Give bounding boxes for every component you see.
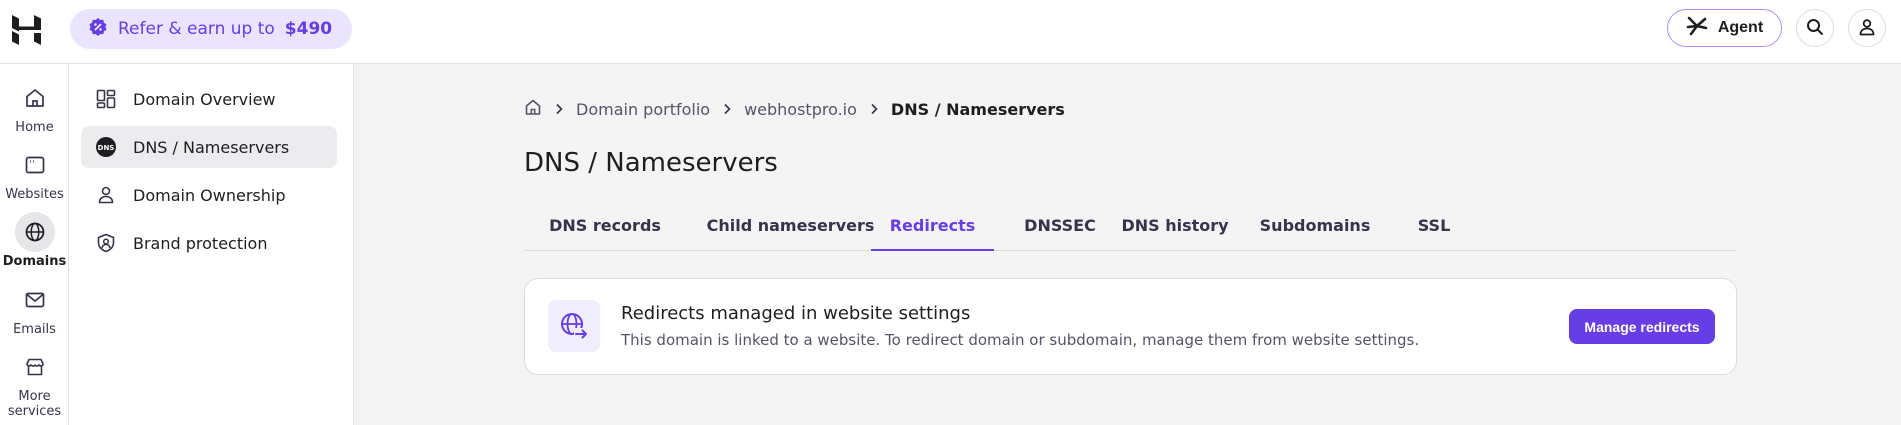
rail-label-more: More: [18, 389, 51, 404]
breadcrumb: Domain portfolio webhostpro.io DNS / Nam…: [524, 98, 1065, 120]
agent-button[interactable]: Agent: [1667, 9, 1782, 47]
rail-item-home[interactable]: Home: [0, 78, 69, 135]
browser-window-icon: [15, 145, 55, 185]
store-icon: [15, 347, 55, 387]
rail-label-home: Home: [15, 120, 54, 135]
subnav-item-brand-protection[interactable]: Brand protection: [81, 222, 337, 264]
subnav-label: Domain Overview: [133, 89, 276, 109]
main-rail: Home Websites Domains Emails More servic…: [0, 64, 69, 425]
rail-label-services: services: [7, 404, 62, 419]
domain-subnav: Domain Overview DNS DNS / Nameservers Do…: [69, 64, 354, 425]
page-title: DNS / Nameservers: [524, 148, 778, 178]
tab-child-nameservers[interactable]: Child nameservers: [686, 205, 895, 251]
hostinger-logo-icon[interactable]: [10, 14, 44, 46]
agent-spark-icon: [1686, 15, 1708, 42]
agent-label: Agent: [1717, 19, 1764, 36]
tab-dnssec[interactable]: DNSSEC: [1010, 205, 1110, 251]
subnav-label: Brand protection: [133, 233, 268, 253]
tab-ssl[interactable]: SSL: [1394, 205, 1474, 251]
discount-badge-icon: [88, 17, 108, 42]
tab-dns-records[interactable]: DNS records: [524, 205, 686, 251]
redirects-info-card: Redirects managed in website settings Th…: [524, 278, 1737, 375]
svg-text:DNS: DNS: [98, 144, 115, 152]
user-icon: [1858, 18, 1876, 39]
rail-item-domains[interactable]: Domains: [0, 212, 69, 269]
rail-item-more-services[interactable]: More services: [0, 347, 69, 419]
rail-label-domains: Domains: [2, 254, 67, 269]
rail-item-emails[interactable]: Emails: [0, 280, 69, 337]
dns-icon: DNS: [95, 136, 117, 158]
mail-icon: [15, 280, 55, 320]
breadcrumb-domain-portfolio[interactable]: Domain portfolio: [576, 100, 710, 119]
shield-icon: [95, 232, 117, 254]
globe-icon: [14, 212, 55, 252]
subnav-label: DNS / Nameservers: [133, 137, 290, 157]
rail-label-emails: Emails: [13, 322, 56, 337]
rail-item-websites[interactable]: Websites: [0, 145, 69, 202]
dashboard-icon: [95, 88, 117, 110]
tab-subdomains[interactable]: Subdomains: [1240, 205, 1390, 251]
top-bar: Refer & earn up to $490 Agent: [0, 0, 1901, 64]
subnav-item-domain-overview[interactable]: Domain Overview: [81, 78, 337, 120]
refer-amount: $490: [284, 19, 333, 39]
subnav-item-dns-nameservers[interactable]: DNS DNS / Nameservers: [81, 126, 337, 168]
card-description: This domain is linked to a website. To r…: [621, 331, 1420, 349]
refer-earn-banner[interactable]: Refer & earn up to $490: [70, 9, 353, 49]
search-button[interactable]: [1796, 9, 1834, 47]
tab-dns-history[interactable]: DNS history: [1105, 205, 1245, 251]
account-button[interactable]: [1848, 9, 1886, 47]
rail-label-websites: Websites: [5, 187, 64, 202]
home-icon: [15, 78, 55, 118]
card-title: Redirects managed in website settings: [621, 303, 971, 324]
subnav-label: Domain Ownership: [133, 185, 286, 205]
refer-text: Refer & earn up to: [118, 19, 275, 39]
globe-redirect-icon: [548, 300, 600, 352]
person-icon: [95, 184, 117, 206]
home-breadcrumb-icon[interactable]: [524, 98, 542, 120]
chevron-right-icon: [722, 100, 732, 119]
breadcrumb-domain-name[interactable]: webhostpro.io: [744, 100, 857, 119]
tab-redirects[interactable]: Redirects: [871, 205, 994, 251]
subnav-item-domain-ownership[interactable]: Domain Ownership: [81, 174, 337, 216]
chevron-right-icon: [869, 100, 879, 119]
chevron-right-icon: [554, 100, 564, 119]
dns-tabs: DNS records Child nameservers Redirects …: [524, 205, 1736, 251]
manage-redirects-button[interactable]: Manage redirects: [1569, 309, 1715, 344]
search-icon: [1806, 18, 1824, 39]
breadcrumb-current: DNS / Nameservers: [890, 99, 1065, 119]
